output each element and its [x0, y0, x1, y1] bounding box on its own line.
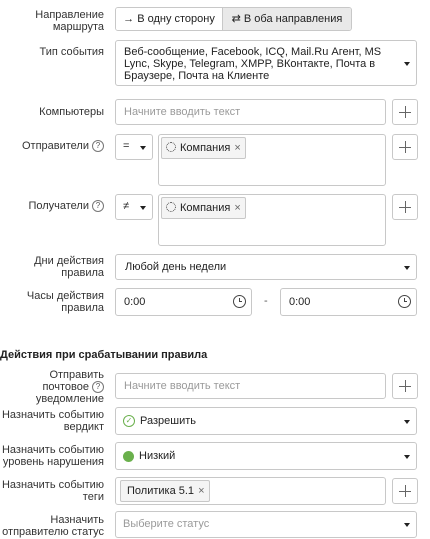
- hours-separator: -: [264, 295, 268, 307]
- chevron-down-icon: [140, 146, 146, 150]
- days-value: Любой день недели: [125, 261, 227, 273]
- event-tag-label: Политика 5.1: [127, 485, 195, 497]
- senders-operator-value: =: [123, 140, 130, 152]
- notify-input[interactable]: Начните вводить текст: [115, 373, 386, 399]
- verdict-select[interactable]: ✓ Разрешить: [115, 407, 417, 435]
- event-type-label: Тип события: [39, 46, 104, 58]
- senders-tag-label: Компания: [180, 142, 231, 154]
- chevron-down-icon: [404, 266, 410, 270]
- senders-label: Отправители?: [10, 140, 104, 153]
- severity-value: Низкий: [139, 450, 176, 462]
- clock-icon[interactable]: [398, 295, 411, 308]
- recipients-label: Получатели?: [10, 200, 104, 213]
- help-icon[interactable]: ?: [92, 381, 104, 394]
- verdict-label: Назначить событию вердикт: [1, 409, 104, 433]
- chevron-down-icon: [404, 62, 410, 66]
- hours-to-value: 0:00: [289, 296, 311, 308]
- tags-input[interactable]: Политика 5.1 ×: [115, 477, 386, 505]
- verdict-value: Разрешить: [140, 415, 196, 427]
- route-label: Направление маршрута: [35, 9, 104, 33]
- chevron-down-icon: [404, 420, 410, 424]
- status-label: Назначить отправителю статус: [2, 514, 104, 538]
- check-circle-icon: ✓: [123, 415, 135, 427]
- notify-placeholder: Начните вводить текст: [124, 380, 241, 392]
- event-type-select[interactable]: Веб-сообщение, Facebook, ICQ, Mail.Ru Аг…: [115, 40, 417, 86]
- hours-to-input[interactable]: 0:00: [280, 288, 417, 316]
- notify-add-button[interactable]: [392, 373, 418, 399]
- chevron-down-icon: [140, 206, 146, 210]
- computers-input[interactable]: Начните вводить текст: [115, 99, 386, 125]
- status-select[interactable]: Выберите статус: [115, 511, 417, 538]
- company-icon: [166, 142, 176, 152]
- tags-add-button[interactable]: [392, 478, 418, 504]
- computers-label: Компьютеры: [39, 106, 104, 118]
- actions-heading: Действия при срабатывании правила: [0, 349, 208, 361]
- recipients-operator-select[interactable]: ≠: [115, 194, 153, 220]
- clock-icon[interactable]: [233, 295, 246, 308]
- event-type-value-line2: Lync, Skype, Telegram, XMPP, ВКонтакте, …: [124, 58, 376, 70]
- severity-label: Назначить событию уровень нарушения: [1, 444, 104, 468]
- recipients-tag-label: Компания: [180, 202, 231, 214]
- route-toggle: → В одну сторону ⇄ В оба направления: [115, 7, 352, 31]
- senders-add-button[interactable]: [392, 134, 418, 160]
- chevron-down-icon: [404, 455, 410, 459]
- computers-placeholder: Начните вводить текст: [124, 106, 241, 118]
- senders-input[interactable]: Компания ×: [158, 134, 386, 186]
- severity-select[interactable]: Низкий: [115, 442, 417, 470]
- help-icon[interactable]: ?: [92, 140, 104, 153]
- recipients-input[interactable]: Компания ×: [158, 194, 386, 246]
- computers-add-button[interactable]: [392, 99, 418, 125]
- route-one-way-button[interactable]: → В одну сторону: [116, 8, 223, 30]
- senders-operator-select[interactable]: =: [115, 134, 153, 160]
- hours-label: Часы действия правила: [26, 290, 104, 314]
- tags-label: Назначить событию теги: [1, 479, 104, 503]
- days-select[interactable]: Любой день недели: [115, 254, 417, 280]
- route-both-button[interactable]: ⇄ В оба направления: [223, 8, 351, 30]
- recipients-add-button[interactable]: [392, 194, 418, 220]
- company-icon: [166, 202, 176, 212]
- days-label: Дни действия правила: [34, 255, 104, 279]
- event-tag: Политика 5.1 ×: [120, 480, 210, 502]
- chevron-down-icon: [404, 523, 410, 527]
- recipients-operator-value: ≠: [123, 200, 130, 212]
- remove-tag-icon[interactable]: ×: [234, 142, 240, 154]
- senders-tag: Компания ×: [161, 137, 246, 159]
- event-type-value-line3: Браузере, Почта на Клиенте: [124, 70, 270, 82]
- recipients-tag: Компания ×: [161, 197, 246, 219]
- event-type-value-line1: Веб-сообщение, Facebook, ICQ, Mail.Ru Аг…: [124, 46, 382, 58]
- hours-from-input[interactable]: 0:00: [115, 288, 252, 316]
- remove-tag-icon[interactable]: ×: [198, 485, 204, 497]
- help-icon[interactable]: ?: [92, 200, 104, 213]
- remove-tag-icon[interactable]: ×: [234, 202, 240, 214]
- notify-label: Отправить почтовое? уведомление: [35, 369, 104, 406]
- severity-dot-icon: [123, 451, 134, 462]
- hours-from-value: 0:00: [124, 296, 146, 308]
- status-placeholder: Выберите статус: [123, 518, 210, 530]
